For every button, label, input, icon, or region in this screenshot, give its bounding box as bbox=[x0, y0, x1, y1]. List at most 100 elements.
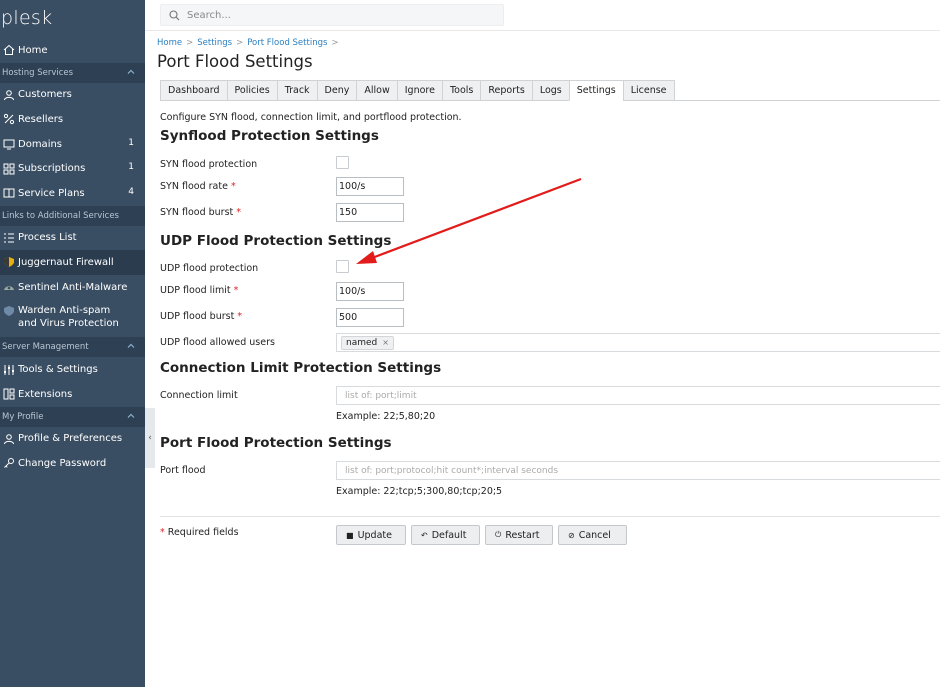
restart-button[interactable]: ⏻ Restart bbox=[485, 525, 553, 545]
breadcrumb-home[interactable]: Home bbox=[157, 38, 182, 48]
sidebar-item-juggernaut-firewall[interactable]: Juggernaut Firewall bbox=[0, 250, 145, 275]
sidebar-item-label: Subscriptions bbox=[18, 163, 86, 175]
breadcrumb-settings[interactable]: Settings bbox=[197, 38, 232, 48]
section-my-profile[interactable]: My Profile bbox=[0, 406, 145, 427]
sidebar-item-process-list[interactable]: Process List bbox=[0, 226, 145, 251]
key-icon bbox=[2, 457, 15, 470]
syn-burst-input[interactable]: 150 bbox=[336, 203, 404, 222]
tab-reports[interactable]: Reports bbox=[480, 80, 532, 101]
required-mark: * bbox=[160, 527, 165, 538]
grid-icon bbox=[2, 162, 15, 175]
sidebar-collapse-handle[interactable]: ‹ bbox=[145, 408, 155, 468]
tab-policies[interactable]: Policies bbox=[226, 80, 277, 101]
section-title: Server Management bbox=[2, 342, 89, 353]
connection-limit-label: Connection limit bbox=[160, 390, 238, 401]
required-note-text: Required fields bbox=[167, 527, 239, 538]
portflood-example: Example: 22;tcp;5;300,80;tcp;20;5 bbox=[336, 486, 503, 497]
tab-deny[interactable]: Deny bbox=[316, 80, 357, 101]
sidebar-item-label: Change Password bbox=[18, 457, 107, 469]
domains-count: 1 bbox=[128, 137, 134, 148]
tab-logs[interactable]: Logs bbox=[531, 80, 569, 101]
sidebar: plesk Home Hosting Services Customers Re… bbox=[0, 0, 145, 687]
syn-burst-label-text: SYN flood burst bbox=[160, 207, 234, 218]
section-hosting-services[interactable]: Hosting Services bbox=[0, 62, 145, 83]
tab-track[interactable]: Track bbox=[276, 80, 317, 101]
restart-label: Restart bbox=[505, 529, 540, 541]
required-mark: * bbox=[233, 285, 239, 296]
search-input[interactable]: Search... bbox=[160, 4, 504, 26]
required-mark: * bbox=[230, 181, 236, 192]
tab-settings[interactable]: Settings bbox=[568, 80, 623, 101]
sidebar-item-label: Profile & Preferences bbox=[18, 433, 123, 445]
extensions-icon bbox=[2, 388, 15, 401]
tab-allow[interactable]: Allow bbox=[356, 80, 397, 101]
sidebar-item-subscriptions[interactable]: Subscriptions 1 bbox=[0, 156, 145, 181]
sidebar-item-domains[interactable]: Domains 1 bbox=[0, 132, 145, 157]
connection-section-title: Connection Limit Protection Settings bbox=[160, 360, 442, 376]
sidebar-item-extensions[interactable]: Extensions bbox=[0, 382, 145, 407]
sidebar-item-customers[interactable]: Customers bbox=[0, 83, 145, 108]
sidebar-item-label: Domains bbox=[18, 138, 63, 150]
cancel-icon: ⊘ bbox=[568, 530, 575, 540]
sidebar-item-label: Process List bbox=[18, 232, 77, 244]
tab-dashboard[interactable]: Dashboard bbox=[160, 80, 227, 101]
chevron-up-icon bbox=[127, 343, 135, 349]
sidebar-item-tools-settings[interactable]: Tools & Settings bbox=[0, 357, 145, 382]
sidebar-item-change-password[interactable]: Change Password bbox=[0, 451, 145, 476]
chevron-up-icon bbox=[127, 413, 135, 418]
sidebar-item-label: Resellers bbox=[18, 113, 64, 125]
udp-users-input[interactable]: named × bbox=[336, 333, 940, 352]
footer-divider bbox=[160, 516, 940, 517]
shield-icon bbox=[2, 256, 15, 269]
syn-rate-label-text: SYN flood rate bbox=[160, 181, 228, 192]
sidebar-item-sentinel[interactable]: Sentinel Anti-Malware bbox=[0, 275, 145, 300]
port-flood-input[interactable]: list of: port;protocol;hit count*;interv… bbox=[336, 461, 940, 480]
user-card-icon bbox=[2, 432, 15, 445]
syn-protection-checkbox[interactable] bbox=[336, 156, 349, 169]
warden-shield-icon bbox=[2, 304, 15, 317]
page-description: Configure SYN flood, connection limit, a… bbox=[160, 112, 462, 123]
sidebar-item-profile[interactable]: Profile & Preferences bbox=[0, 427, 145, 452]
update-label: Update bbox=[357, 529, 392, 541]
syn-protection-label: SYN flood protection bbox=[160, 159, 258, 170]
tab-tools[interactable]: Tools bbox=[441, 80, 481, 101]
syn-rate-input[interactable]: 100/s bbox=[336, 177, 404, 196]
breadcrumb-port-flood[interactable]: Port Flood Settings bbox=[247, 38, 327, 48]
tab-license[interactable]: License bbox=[622, 80, 675, 101]
section-additional-services[interactable]: Links to Additional Services bbox=[0, 205, 145, 226]
default-button[interactable]: ↶ Default bbox=[411, 525, 480, 545]
udp-burst-input[interactable]: 500 bbox=[336, 308, 404, 327]
udp-limit-input[interactable]: 100/s bbox=[336, 282, 404, 301]
section-title: Hosting Services bbox=[2, 67, 74, 78]
sidebar-item-home[interactable]: Home bbox=[0, 38, 145, 63]
udp-limit-label-text: UDP flood limit bbox=[160, 285, 231, 296]
udp-protection-checkbox[interactable] bbox=[336, 260, 349, 273]
connection-limit-input[interactable]: list of: port;limit bbox=[336, 386, 940, 405]
update-button[interactable]: ■ Update bbox=[336, 525, 406, 545]
breadcrumb-separator: > bbox=[331, 38, 339, 48]
search-icon bbox=[169, 9, 180, 20]
section-server-management[interactable]: Server Management bbox=[0, 337, 145, 358]
arrow-head bbox=[356, 251, 377, 264]
form-buttons: ■ Update ↶ Default ⏻ Restart ⊘ Cancel bbox=[336, 525, 627, 545]
sidebar-item-service-plans[interactable]: Service Plans 4 bbox=[0, 181, 145, 206]
plesk-logo[interactable]: plesk bbox=[0, 0, 145, 38]
udp-protection-label: UDP flood protection bbox=[160, 263, 259, 274]
user-icon bbox=[2, 88, 15, 101]
udp-limit-label: UDP flood limit * bbox=[160, 285, 238, 296]
cancel-label: Cancel bbox=[578, 529, 611, 541]
sidebar-item-label: Service Plans bbox=[18, 187, 85, 199]
breadcrumb: Home > Settings > Port Flood Settings > bbox=[157, 38, 339, 48]
monitor-icon bbox=[2, 138, 15, 151]
breadcrumb-separator: > bbox=[186, 38, 194, 48]
sidebar-item-resellers[interactable]: Resellers bbox=[0, 107, 145, 132]
tag-remove-icon[interactable]: × bbox=[382, 338, 389, 347]
sidebar-item-warden[interactable]: Warden Anti-spam and Virus Protection bbox=[0, 299, 145, 337]
port-flood-label: Port flood bbox=[160, 465, 206, 476]
list-icon bbox=[2, 231, 15, 244]
percent-icon bbox=[2, 113, 15, 126]
page-title: Port Flood Settings bbox=[157, 52, 313, 71]
udp-users-label: UDP flood allowed users bbox=[160, 337, 275, 348]
cancel-button[interactable]: ⊘ Cancel bbox=[558, 525, 627, 545]
tab-ignore[interactable]: Ignore bbox=[396, 80, 442, 101]
